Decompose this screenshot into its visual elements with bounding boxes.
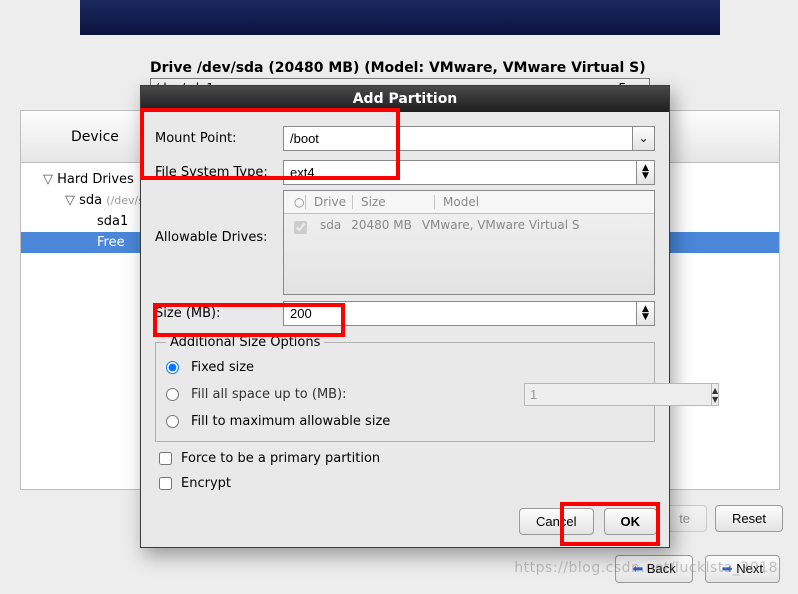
hdr-size: Size xyxy=(355,195,435,209)
primary-partition-label: Force to be a primary partition xyxy=(181,451,380,466)
fs-type-label: File System Type: xyxy=(155,165,275,180)
spin-down-icon: ▼ xyxy=(712,395,718,404)
drive-row-checkbox[interactable] xyxy=(294,221,307,234)
radio-fill-up-to[interactable] xyxy=(166,388,179,401)
reset-button[interactable]: Reset xyxy=(715,505,783,532)
radio-fill-max[interactable] xyxy=(166,415,179,428)
fs-type-spin[interactable]: ▲ ▼ xyxy=(637,160,655,185)
radio-fill-up-label: Fill all space up to (MB): xyxy=(191,387,347,402)
mount-point-label: Mount Point: xyxy=(155,131,275,146)
fs-type-select[interactable] xyxy=(283,160,637,185)
cancel-button[interactable]: Cancel xyxy=(519,508,593,535)
hdr-drive: Drive xyxy=(308,195,353,209)
mount-point-dropdown[interactable]: ⌄ xyxy=(633,126,655,151)
radio-fixed-size[interactable] xyxy=(166,361,179,374)
watermark: https://blog.csdn.net/lucklsta_2018 xyxy=(514,560,778,576)
size-label: Size (MB): xyxy=(155,306,275,321)
fill-up-spin: ▲ ▼ xyxy=(712,383,719,406)
add-partition-dialog: Add Partition Mount Point: ⌄ File System… xyxy=(140,85,670,548)
drive-row-model: VMware, VMware Virtual S xyxy=(422,218,580,237)
spin-down-icon: ▼ xyxy=(642,313,649,321)
dialog-title: Add Partition xyxy=(141,86,669,112)
ok-button[interactable]: OK xyxy=(604,508,658,535)
drive-row-size: 20480 MB xyxy=(351,218,412,237)
size-input[interactable] xyxy=(283,301,637,326)
size-spin[interactable]: ▲ ▼ xyxy=(637,301,655,326)
radio-fixed-label: Fixed size xyxy=(191,360,254,375)
hdr-model: Model xyxy=(437,195,650,209)
radio-fill-max-label: Fill to maximum allowable size xyxy=(191,414,390,429)
window-header-bar xyxy=(80,0,720,35)
drive-row-name: sda xyxy=(320,218,341,237)
drive-summary-label: Drive /dev/sda (20480 MB) (Model: VMware… xyxy=(150,60,646,76)
allowable-drives-list[interactable]: ○ Drive Size Model sda 20480 MB VMware, … xyxy=(283,190,655,295)
checkbox-encrypt[interactable] xyxy=(159,477,172,490)
spin-up-icon: ▲ xyxy=(712,386,718,395)
allowable-drives-label: Allowable Drives: xyxy=(155,190,275,245)
spin-down-icon: ▼ xyxy=(642,172,649,180)
fill-up-to-input xyxy=(524,383,712,406)
mount-point-input[interactable] xyxy=(283,126,633,151)
drive-list-row[interactable]: sda 20480 MB VMware, VMware Virtual S xyxy=(284,214,654,241)
size-opts-legend: Additional Size Options xyxy=(166,335,324,350)
checkbox-primary-partition[interactable] xyxy=(159,452,172,465)
additional-size-options: Additional Size Options Fixed size Fill … xyxy=(155,335,655,442)
encrypt-label: Encrypt xyxy=(181,476,231,491)
chevron-down-icon: ⌄ xyxy=(638,131,648,145)
hdr-check-icon: ○ xyxy=(288,195,306,209)
drive-list-header: ○ Drive Size Model xyxy=(284,191,654,214)
